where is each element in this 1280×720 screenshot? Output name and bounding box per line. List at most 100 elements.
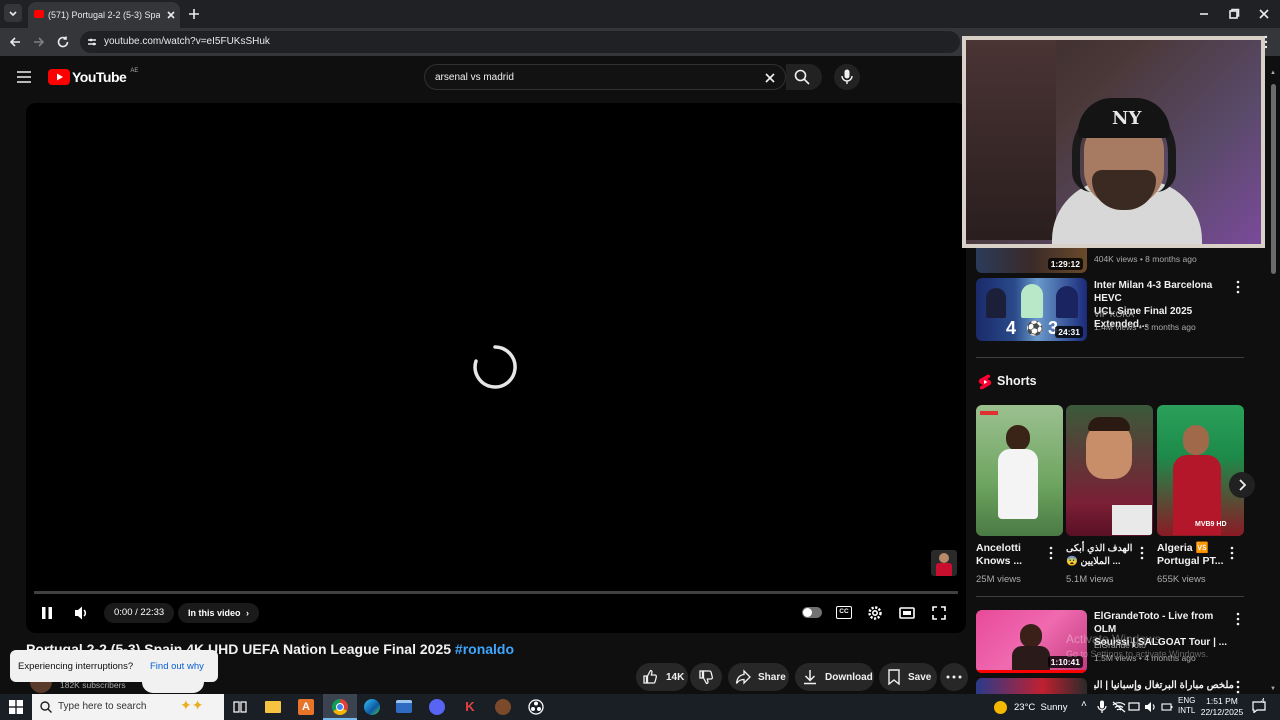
title-line: Knows ... bbox=[976, 555, 1023, 567]
app-icon-avatar[interactable] bbox=[495, 699, 511, 715]
hamburger-menu-icon[interactable] bbox=[16, 70, 32, 84]
sidebar-video-thumbnail[interactable]: 4 ⚽ 3 24:31 bbox=[976, 278, 1087, 341]
voice-search-button[interactable] bbox=[834, 64, 860, 90]
tab-list-button[interactable] bbox=[4, 4, 22, 22]
youtube-favicon-icon bbox=[34, 10, 44, 18]
more-vertical-icon[interactable] bbox=[1229, 546, 1235, 560]
pause-icon[interactable] bbox=[40, 606, 54, 620]
chrome-taskbar-button[interactable] bbox=[323, 694, 357, 720]
youtube-logo[interactable]: YouTube AE bbox=[48, 68, 138, 86]
download-button[interactable]: Download bbox=[795, 663, 874, 691]
search-button[interactable] bbox=[786, 64, 822, 90]
short-views-1: 25M views bbox=[976, 574, 1021, 585]
find-out-why-link[interactable]: Find out why bbox=[150, 661, 204, 672]
sidebar-video-title[interactable]: ملخص مباراة البرتغال وإسبانيا | البرتغال bbox=[1094, 679, 1234, 692]
clear-search-icon[interactable] bbox=[764, 72, 776, 84]
app-icon-blue-window[interactable] bbox=[396, 700, 412, 713]
close-tab-icon[interactable] bbox=[166, 10, 176, 20]
more-vertical-icon[interactable] bbox=[1048, 546, 1054, 560]
weather-text: 23°C Sunny bbox=[1014, 701, 1068, 713]
settings-gear-icon[interactable] bbox=[867, 605, 883, 621]
title-line: الهدف الذي أبكى bbox=[1066, 543, 1133, 554]
discord-icon[interactable] bbox=[429, 699, 445, 715]
sidebar-top-thumbnail[interactable]: 1:29:12 bbox=[976, 246, 1087, 273]
short-title-2[interactable]: الهدف الذي أبكى 😨 الملايين ... bbox=[1066, 542, 1136, 568]
more-vertical-icon[interactable] bbox=[1235, 612, 1241, 626]
title-line: ملخص مباراة البرتغال وإسبانيا | البرتغال bbox=[1094, 680, 1234, 691]
close-window-icon[interactable] bbox=[1258, 8, 1270, 20]
back-icon[interactable] bbox=[8, 35, 22, 49]
display-icon[interactable] bbox=[1128, 701, 1140, 713]
clock[interactable]: 1:51 PM 22/12/2025 bbox=[1198, 696, 1246, 718]
new-tab-icon[interactable] bbox=[187, 7, 201, 21]
autoplay-toggle[interactable] bbox=[802, 607, 822, 618]
more-vertical-icon[interactable] bbox=[1139, 546, 1145, 560]
short-thumbnail-3[interactable]: MVB9 HD bbox=[1157, 405, 1244, 536]
video-player[interactable]: 0:00 / 22:33 In this video › CC bbox=[26, 103, 966, 633]
download-label: Download bbox=[825, 671, 873, 683]
app-icon-orange[interactable]: A bbox=[298, 699, 314, 715]
forward-icon[interactable] bbox=[32, 35, 46, 49]
short-thumbnail-2[interactable] bbox=[1066, 405, 1153, 536]
obs-icon[interactable] bbox=[528, 699, 544, 715]
theater-mode-icon[interactable] bbox=[899, 606, 915, 620]
taskbar-search-box[interactable]: Type here to search ✦✦ bbox=[32, 694, 224, 720]
country-code: AE bbox=[130, 68, 139, 74]
shorts-heading: Shorts bbox=[997, 374, 1037, 388]
sidebar-scrollbar[interactable]: ▲ ▼ bbox=[1270, 70, 1277, 694]
app-icon-x[interactable]: K bbox=[462, 699, 478, 715]
volume-icon[interactable] bbox=[73, 605, 89, 621]
scrollbar-thumb[interactable] bbox=[1271, 84, 1276, 274]
short-title-3[interactable]: Algeria 🆚 Portugal PT... bbox=[1157, 542, 1227, 568]
short-thumbnail-1[interactable] bbox=[976, 405, 1063, 536]
like-count: 14K bbox=[666, 671, 685, 683]
task-view-icon[interactable] bbox=[233, 700, 247, 714]
video-duration: 1:29:12 bbox=[1047, 258, 1083, 270]
dislike-button[interactable] bbox=[690, 663, 722, 691]
notification-count: 4 bbox=[1261, 698, 1265, 705]
loading-spinner-icon bbox=[473, 345, 517, 389]
restore-icon[interactable] bbox=[1228, 8, 1240, 20]
search-highlight-icon: ✦✦ bbox=[180, 697, 204, 713]
search-input[interactable]: arsenal vs madrid bbox=[424, 64, 786, 90]
minimize-icon[interactable] bbox=[1198, 8, 1210, 20]
notification-center-button[interactable]: 4 bbox=[1250, 698, 1270, 716]
browser-tab[interactable]: (571) Portugal 2-2 (5-3) Spain 4... bbox=[28, 2, 180, 28]
more-actions-button[interactable] bbox=[940, 663, 968, 691]
language-indicator[interactable]: ENG INTL bbox=[1178, 696, 1195, 716]
chevron-right-icon bbox=[1239, 479, 1247, 491]
progress-bar[interactable] bbox=[34, 591, 958, 594]
thumbs-up-icon bbox=[643, 669, 658, 684]
microphone-icon[interactable] bbox=[1097, 700, 1107, 714]
edge-icon[interactable] bbox=[364, 699, 380, 715]
more-vertical-icon[interactable] bbox=[1235, 680, 1241, 694]
speaker-icon[interactable] bbox=[1144, 701, 1158, 713]
short-title-1[interactable]: Ancelotti Knows ... bbox=[976, 542, 1046, 568]
channel-name[interactable]: VIP KORA bbox=[1094, 309, 1134, 319]
network-icon[interactable] bbox=[1112, 701, 1126, 713]
share-button[interactable]: Share bbox=[728, 663, 789, 691]
windows-start-icon[interactable] bbox=[9, 700, 23, 714]
chevron-up-icon[interactable]: ˄ bbox=[1081, 699, 1087, 710]
fullscreen-icon[interactable] bbox=[932, 606, 946, 620]
hashtag-link[interactable]: #ronaldo bbox=[455, 641, 514, 657]
file-explorer-icon[interactable] bbox=[265, 701, 281, 713]
channel-watermark-avatar[interactable] bbox=[931, 550, 957, 576]
url-field[interactable]: youtube.com/watch?v=eI5FUKsSHuk bbox=[80, 31, 960, 53]
more-vertical-icon[interactable] bbox=[1235, 280, 1241, 294]
in-this-video-button[interactable]: In this video › bbox=[178, 603, 260, 623]
video-duration: 24:31 bbox=[1055, 326, 1083, 338]
weather-widget[interactable]: 23°C Sunny bbox=[994, 694, 1067, 720]
chevron-down-icon bbox=[9, 11, 17, 17]
like-button[interactable]: 14K bbox=[636, 663, 688, 691]
captions-icon[interactable]: CC bbox=[836, 606, 852, 619]
save-button[interactable]: Save bbox=[879, 663, 937, 691]
ny-logo-icon: NY bbox=[1112, 108, 1142, 129]
shorts-next-button[interactable] bbox=[1229, 472, 1255, 498]
time-display: 0:00 / 22:33 bbox=[104, 603, 175, 623]
site-info-icon[interactable] bbox=[86, 36, 98, 48]
reload-icon[interactable] bbox=[56, 35, 70, 49]
short-views-3: 655K views bbox=[1157, 574, 1206, 585]
battery-icon[interactable] bbox=[1161, 701, 1173, 713]
sidebar-video-thumbnail[interactable] bbox=[976, 678, 1087, 694]
